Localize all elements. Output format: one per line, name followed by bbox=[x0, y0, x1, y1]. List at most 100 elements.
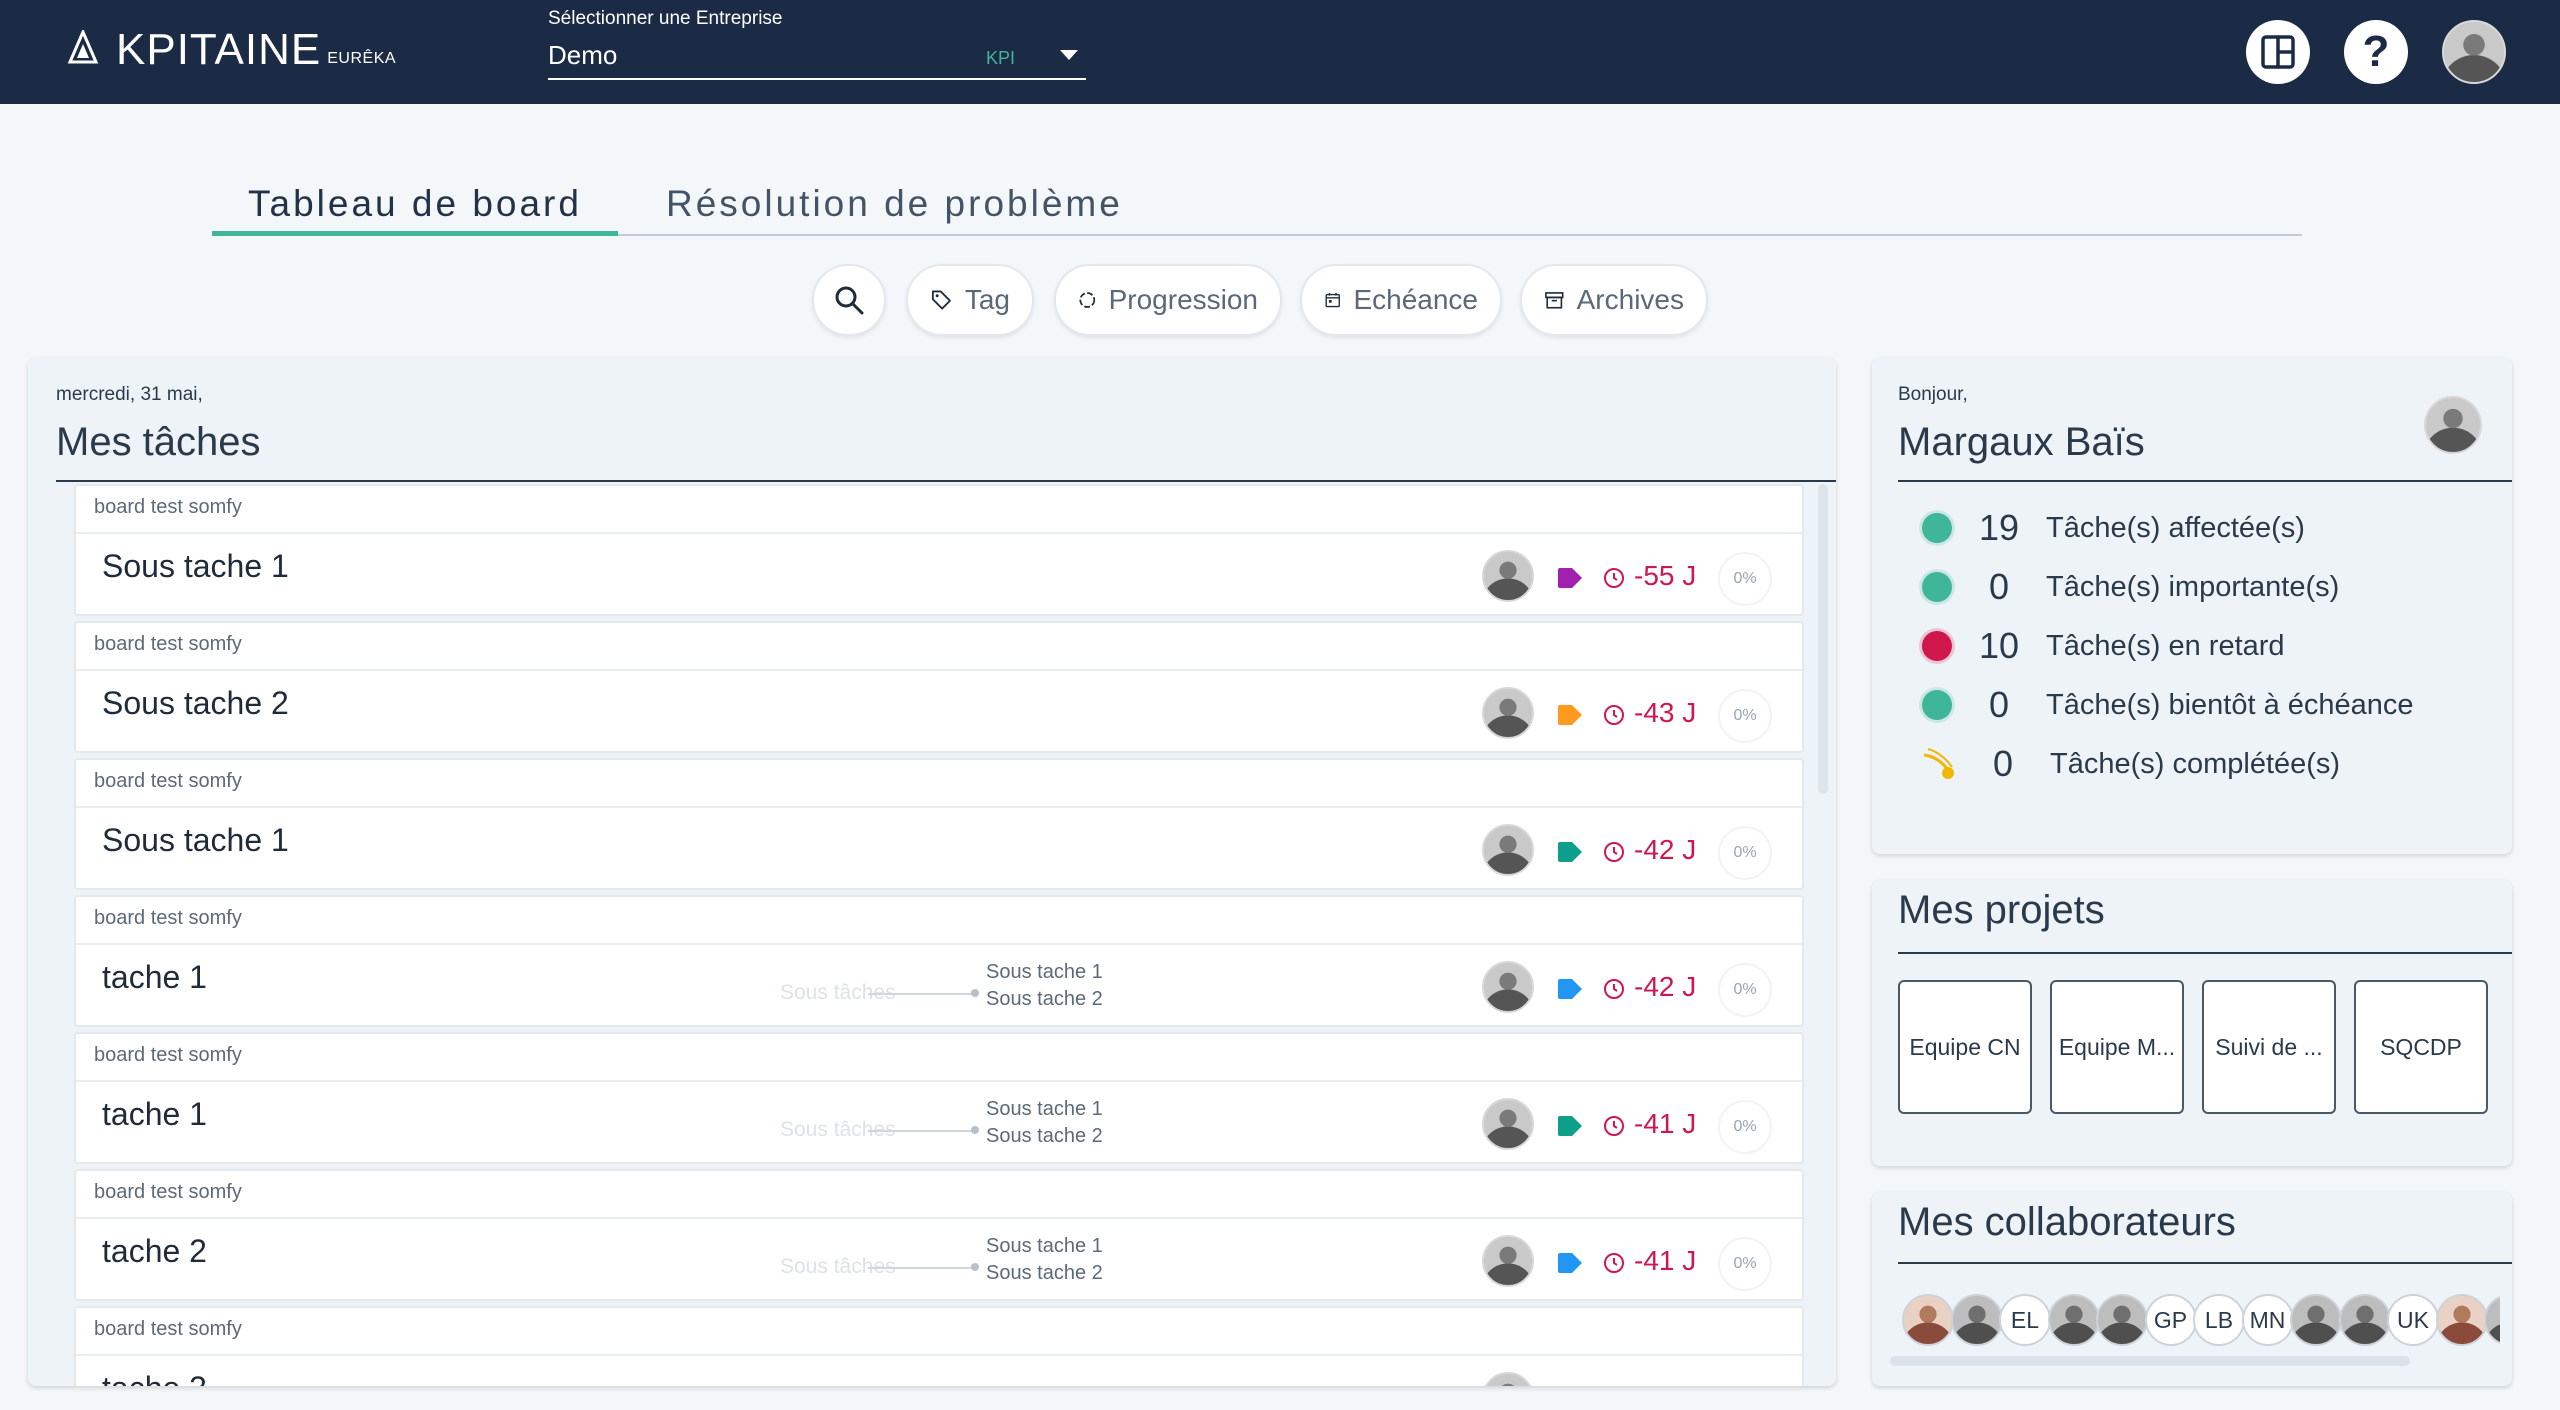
help-icon: ? bbox=[2362, 27, 2390, 76]
clock-icon bbox=[1604, 842, 1624, 862]
clock-icon bbox=[1604, 1253, 1624, 1273]
task-delay: -41 J bbox=[1634, 1108, 1697, 1139]
tag-icon bbox=[1558, 842, 1582, 862]
project-card[interactable]: SQCDP bbox=[2354, 980, 2488, 1114]
top-bar: KPITAINE EURÊKA Sélectionner une Entrepr… bbox=[0, 0, 2560, 104]
stat-label: Tâche(s) en retard bbox=[2046, 629, 2285, 662]
stat-count: 0 bbox=[1992, 743, 2014, 784]
progress-circle-icon bbox=[1079, 292, 1096, 308]
tab-resolution-de-probleme[interactable]: Résolution de problème bbox=[648, 180, 1141, 236]
archive-box-icon bbox=[1545, 292, 1564, 309]
task-list-scrollbar[interactable] bbox=[1818, 484, 1828, 794]
task-divider bbox=[76, 806, 1802, 808]
task-delay: -55 J bbox=[1634, 560, 1697, 591]
stat-row[interactable]: 0 Tâche(s) importante(s) bbox=[1922, 566, 2339, 607]
logo-text: KPITAINE bbox=[116, 25, 322, 74]
collaborator-avatar[interactable] bbox=[1950, 1294, 2003, 1346]
user-profile-avatar[interactable] bbox=[2424, 396, 2482, 454]
stat-row[interactable]: 10 Tâche(s) en retard bbox=[1922, 625, 2285, 666]
task-divider bbox=[76, 1217, 1802, 1219]
stat-count: 19 bbox=[1978, 507, 2020, 548]
task-card[interactable]: board test somfy tache 1 Sous tâches Sous t… bbox=[74, 1032, 1804, 1164]
subtask-item[interactable]: Sous tache 1 bbox=[986, 1233, 1103, 1260]
task-progress: 0% bbox=[1718, 963, 1772, 1017]
task-card[interactable]: board test somfy tache 2 Sous tâches Sous t… bbox=[74, 1169, 1804, 1301]
subtask-item[interactable]: Sous tache 2 bbox=[986, 1123, 1103, 1150]
task-divider bbox=[76, 532, 1802, 534]
collaborator-avatar[interactable] bbox=[2484, 1294, 2500, 1346]
task-card[interactable]: board test somfy Sous tache 1 -55 J 0% bbox=[74, 484, 1804, 616]
assignee-avatar[interactable] bbox=[1482, 1372, 1534, 1386]
stat-count: 10 bbox=[1978, 625, 2020, 666]
stat-row[interactable]: 19 Tâche(s) affectée(s) bbox=[1922, 507, 2305, 548]
help-button[interactable]: ? bbox=[2344, 20, 2408, 84]
subtask-item[interactable]: Sous tache 2 bbox=[986, 1260, 1103, 1287]
archives-filter-button[interactable]: Archives bbox=[1520, 264, 1708, 336]
greeting: Bonjour, bbox=[1898, 384, 1968, 405]
logo-icon bbox=[67, 30, 99, 64]
my-projects-title: Mes projets bbox=[1898, 888, 2105, 932]
clock-icon bbox=[1604, 1116, 1624, 1136]
company-kpi-badge: KPI bbox=[986, 48, 1016, 68]
search-icon bbox=[835, 286, 864, 315]
collaborator-scrollbar[interactable] bbox=[1890, 1356, 2410, 1366]
tag-icon bbox=[1558, 979, 1582, 999]
collaborator-avatar[interactable] bbox=[2047, 1294, 2100, 1346]
stat-label: Tâche(s) affectée(s) bbox=[2046, 511, 2305, 544]
current-date: mercredi, 31 mai, bbox=[56, 384, 203, 405]
task-card[interactable]: board test somfy tache 1 Sous tâches Sous t… bbox=[74, 895, 1804, 1027]
assignee-avatar[interactable] bbox=[1482, 1235, 1534, 1287]
assignee-avatar[interactable] bbox=[1482, 687, 1534, 739]
assignee-avatar[interactable] bbox=[1482, 824, 1534, 876]
collaborator-avatar[interactable] bbox=[2338, 1294, 2391, 1346]
tag-icon bbox=[1558, 1116, 1582, 1136]
collaborator-avatar[interactable]: MN bbox=[2241, 1294, 2294, 1346]
search-button[interactable] bbox=[812, 264, 886, 336]
progression-filter-button[interactable]: Progression bbox=[1054, 264, 1282, 336]
task-delay: -41 J bbox=[1634, 1245, 1697, 1276]
collaborator-avatar[interactable]: LB bbox=[2193, 1294, 2245, 1346]
collaborator-avatar[interactable]: GP bbox=[2144, 1294, 2197, 1346]
archives-filter-label: Archives bbox=[1576, 284, 1684, 315]
tag-filter-label: Tag bbox=[964, 284, 1010, 315]
subtask-item[interactable]: Sous tache 1 bbox=[986, 959, 1103, 986]
collaborator-avatar[interactable] bbox=[1902, 1294, 1954, 1346]
collaborator-avatar[interactable]: UK bbox=[2387, 1294, 2439, 1346]
task-card[interactable]: board test somfy Sous tache 1 -42 J 0% bbox=[74, 758, 1804, 890]
stat-row[interactable]: 0 Tâche(s) bientôt à échéance bbox=[1922, 684, 2414, 725]
app-logo[interactable]: KPITAINE EURÊKA bbox=[66, 28, 396, 72]
assignee-avatar[interactable] bbox=[1482, 550, 1534, 602]
layout-button[interactable] bbox=[2246, 20, 2310, 84]
collaborator-list: EL GP LB MN UK bbox=[1902, 1292, 2500, 1350]
assignee-avatar[interactable] bbox=[1482, 961, 1534, 1013]
project-card[interactable]: Equipe CN bbox=[1898, 980, 2032, 1114]
task-name: tache 1 bbox=[102, 1096, 207, 1132]
project-card[interactable]: Suivi de ... bbox=[2202, 980, 2336, 1114]
echeance-filter-button[interactable]: Echéance bbox=[1300, 264, 1502, 336]
collaborator-avatar[interactable] bbox=[2290, 1294, 2342, 1346]
status-dot-icon bbox=[1922, 690, 1952, 720]
status-dot-icon bbox=[1922, 572, 1952, 602]
collaborator-avatar[interactable]: EL bbox=[1999, 1294, 2051, 1346]
task-card[interactable]: board test somfy Sous tache 2 -43 J 0% bbox=[74, 621, 1804, 753]
title-divider bbox=[1898, 480, 2512, 482]
company-select[interactable]: Demo KPI bbox=[548, 36, 1086, 80]
assignee-avatar[interactable] bbox=[1482, 1098, 1534, 1150]
subtasks-list: Sous tache 1 Sous tache 2 bbox=[986, 1096, 1103, 1150]
subtask-item[interactable]: Sous tache 1 bbox=[986, 1096, 1103, 1123]
tag-filter-button[interactable]: Tag bbox=[906, 264, 1034, 336]
tab-tableau-de-board[interactable]: Tableau de board bbox=[212, 180, 618, 236]
my-tasks-panel: mercredi, 31 mai, Mes tâches board test … bbox=[28, 358, 1836, 1386]
task-name: Sous tache 2 bbox=[102, 685, 289, 721]
stat-count: 0 bbox=[1988, 684, 2010, 725]
subtask-item[interactable]: Sous tache 2 bbox=[986, 986, 1103, 1013]
project-card[interactable]: Equipe M... bbox=[2050, 980, 2184, 1114]
task-card[interactable]: board test somfy tache 3 bbox=[74, 1306, 1804, 1386]
calendar-icon bbox=[1325, 292, 1340, 308]
stat-row[interactable]: 0 Tâche(s) complétée(s) bbox=[1922, 743, 2340, 784]
collaborator-avatar[interactable] bbox=[2435, 1294, 2488, 1346]
task-name: Sous tache 1 bbox=[102, 822, 289, 858]
collaborator-avatar[interactable] bbox=[2096, 1294, 2148, 1346]
task-progress: 0% bbox=[1718, 1237, 1772, 1291]
user-avatar[interactable] bbox=[2442, 20, 2506, 84]
